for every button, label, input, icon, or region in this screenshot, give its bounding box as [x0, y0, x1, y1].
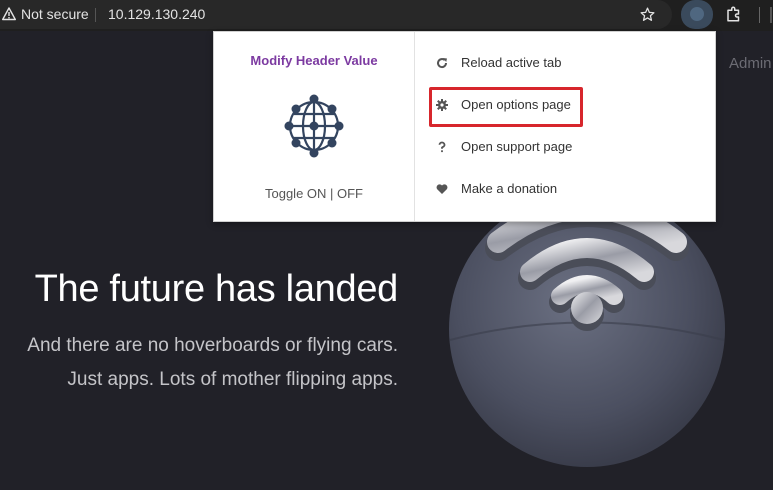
toolbar-divider: [759, 7, 760, 23]
popup-title: Modify Header Value: [250, 53, 378, 68]
security-status-label[interactable]: Not secure: [21, 6, 89, 22]
extension-icon: [690, 7, 704, 21]
bookmark-star-icon[interactable]: [639, 6, 656, 23]
nav-admin-link[interactable]: Admin: [729, 55, 772, 72]
menu-item-label: Open support page: [461, 139, 573, 154]
extension-popup: Modify Header Value Toggle ON | OFF Relo…: [213, 31, 716, 222]
toggle-on-off-label[interactable]: Toggle ON | OFF: [214, 186, 414, 201]
menu-item-label: Make a donation: [461, 181, 558, 196]
popup-toggle-panel: Modify Header Value Toggle ON | OFF: [214, 32, 415, 221]
hero-subtitle-line-2: Just apps. Lots of mother flipping apps.: [67, 369, 398, 390]
globe-network-icon[interactable]: [284, 93, 344, 159]
hero-subtitle-line-1: And there are no hoverboards or flying c…: [27, 335, 398, 356]
omnibox-separator: [95, 8, 96, 22]
menu-item-label: Reload active tab: [461, 55, 562, 70]
hero-title: The future has landed: [34, 268, 399, 310]
extensions-puzzle-icon[interactable]: [725, 5, 743, 23]
highlight-annotation-box: [429, 87, 583, 127]
extension-button-active[interactable]: [681, 0, 713, 29]
toolbar-edge: [770, 7, 772, 23]
question-icon: [438, 141, 446, 153]
address-bar[interactable]: Not secure 10.129.130.240: [0, 0, 672, 29]
warning-icon[interactable]: [2, 7, 16, 21]
heart-icon: [436, 184, 448, 194]
url-text[interactable]: 10.129.130.240: [108, 6, 205, 22]
browser-toolbar: Not secure 10.129.130.240: [0, 0, 773, 31]
refresh-icon: [437, 58, 448, 69]
wifi-sphere-illustration: [449, 191, 725, 467]
